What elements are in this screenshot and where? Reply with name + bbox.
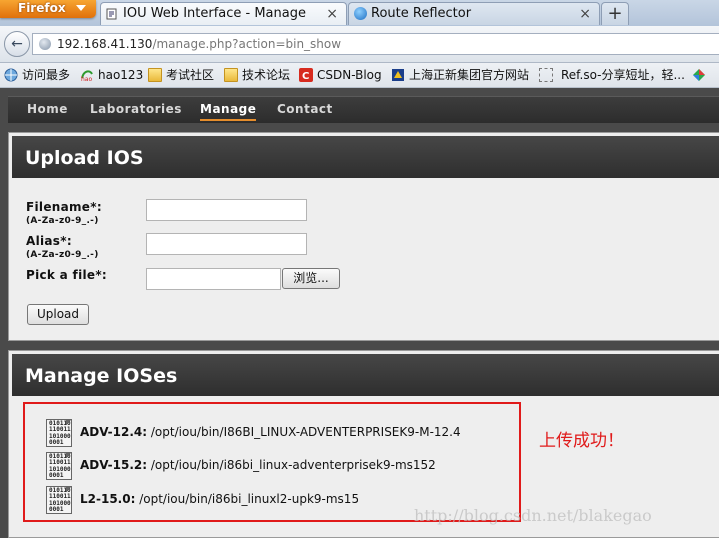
close-icon[interactable]: × bbox=[326, 3, 338, 25]
binary-file-icon: 010110 110011 101000 0001 bbox=[46, 419, 72, 447]
file-path-input[interactable] bbox=[146, 268, 281, 290]
csdn-icon: C bbox=[299, 68, 313, 82]
bookmark-label: Ref.so-分享短址，轻... bbox=[561, 68, 685, 82]
bookmark-label: 上海正新集团官方网站 bbox=[409, 68, 530, 82]
pick-file-label: Pick a file*: bbox=[26, 268, 108, 282]
ios-entry: L2-15.0: /opt/iou/bin/i86bi_linuxl2-upk9… bbox=[80, 484, 359, 514]
panel-title: Upload IOS bbox=[25, 147, 144, 169]
url-path: /manage.php?action=bin_show bbox=[152, 37, 342, 51]
tab-label: Route Reflector bbox=[371, 6, 472, 21]
new-tab-button[interactable]: + bbox=[601, 2, 629, 25]
colorful-leaf-icon[interactable] bbox=[692, 68, 706, 82]
svg-text:C: C bbox=[302, 71, 309, 82]
menu-manage[interactable]: Manage bbox=[200, 97, 257, 121]
url-bar[interactable]: 192.168.41.130/manage.php?action=bin_sho… bbox=[32, 33, 719, 55]
filename-hint: (A-Za-z0-9_.-) bbox=[26, 216, 99, 226]
ios-path: /opt/iou/bin/I86BI_LINUX-ADVENTERPRISEK9… bbox=[150, 425, 461, 439]
tab-label: IOU Web Interface - Manage bbox=[123, 6, 306, 21]
site-icon bbox=[392, 69, 404, 81]
alias-input[interactable] bbox=[146, 233, 307, 255]
back-button[interactable]: ← bbox=[4, 31, 30, 57]
cisco-icon bbox=[354, 7, 367, 20]
navigation-bar: ← 192.168.41.130/manage.php?action=bin_s… bbox=[0, 26, 719, 63]
menu-home[interactable]: Home bbox=[27, 97, 68, 123]
browse-button[interactable]: 浏览... bbox=[282, 268, 340, 289]
folder-icon bbox=[224, 68, 238, 82]
bookmark-label: 访问最多 bbox=[22, 68, 71, 82]
bookmark-label: hao123 bbox=[98, 68, 144, 82]
alias-hint: (A-Za-z0-9_.-) bbox=[26, 250, 99, 260]
filename-input[interactable] bbox=[146, 199, 307, 221]
ios-path: /opt/iou/bin/i86bi_linux-adventerprisek9… bbox=[150, 458, 436, 472]
chevron-down-icon bbox=[76, 5, 86, 11]
watermark-text: http://blog.csdn.net/blakegao bbox=[414, 506, 652, 525]
globe-icon bbox=[4, 68, 18, 82]
bookmark-label: 技术论坛 bbox=[242, 68, 291, 82]
panel-header: Manage IOSes bbox=[12, 354, 719, 396]
close-icon[interactable]: × bbox=[579, 3, 591, 25]
php-page-icon bbox=[106, 8, 117, 20]
site-menu: Home Laboratories Manage Contact bbox=[8, 96, 719, 123]
folder-icon bbox=[148, 68, 162, 82]
filename-label: Filename*: bbox=[26, 200, 102, 214]
globe-icon bbox=[39, 38, 51, 50]
tab-route-reflector[interactable]: Route Reflector × bbox=[348, 2, 600, 25]
ios-path: /opt/iou/bin/i86bi_linuxl2-upk9-ms15 bbox=[139, 492, 360, 506]
firefox-menu-label: Firefox bbox=[18, 1, 66, 15]
page-icon bbox=[539, 68, 553, 82]
hao123-icon: hao bbox=[81, 70, 93, 82]
ios-item[interactable]: 010110 110011 101000 0001 ADV-12.4: /opt… bbox=[46, 417, 506, 447]
panel-title: Manage IOSes bbox=[25, 365, 178, 387]
binary-file-icon: 010110 110011 101000 0001 bbox=[46, 452, 72, 480]
bookmark-label: 考试社区 bbox=[166, 68, 215, 82]
ios-item[interactable]: 010110 110011 101000 0001 ADV-15.2: /opt… bbox=[46, 450, 506, 480]
svg-text:hao: hao bbox=[81, 76, 92, 82]
panel-header: Upload IOS bbox=[12, 136, 719, 178]
upload-button[interactable]: Upload bbox=[27, 304, 89, 325]
ios-entry: ADV-12.4: /opt/iou/bin/I86BI_LINUX-ADVEN… bbox=[80, 417, 461, 447]
ios-name: ADV-12.4: bbox=[80, 425, 148, 439]
bookmark-label: CSDN-Blog bbox=[317, 68, 382, 82]
bookmarks-bar: 访问最多 hao hao123 考试社区 技术论坛 C CSDN-Blog 上海… bbox=[0, 63, 719, 88]
tab-strip: Firefox IOU Web Interface - Manage × Rou… bbox=[0, 0, 719, 26]
ios-entry: ADV-15.2: /opt/iou/bin/i86bi_linux-adven… bbox=[80, 450, 436, 480]
upload-success-annotation: 上传成功！ bbox=[539, 431, 624, 451]
alias-label: Alias*: bbox=[26, 234, 72, 248]
menu-contact[interactable]: Contact bbox=[277, 97, 333, 123]
tab-iou-manage[interactable]: IOU Web Interface - Manage × bbox=[100, 2, 347, 25]
upload-ios-panel: Upload IOS Filename*: (A-Za-z0-9_.-) Ali… bbox=[8, 132, 719, 341]
menu-laboratories[interactable]: Laboratories bbox=[90, 97, 182, 123]
ios-name: ADV-15.2: bbox=[80, 458, 148, 472]
binary-file-icon: 010110 110011 101000 0001 bbox=[46, 486, 72, 514]
url-host: 192.168.41.130 bbox=[57, 37, 153, 51]
url-text: 192.168.41.130/manage.php?action=bin_sho… bbox=[57, 34, 341, 54]
ios-name: L2-15.0: bbox=[80, 492, 136, 506]
